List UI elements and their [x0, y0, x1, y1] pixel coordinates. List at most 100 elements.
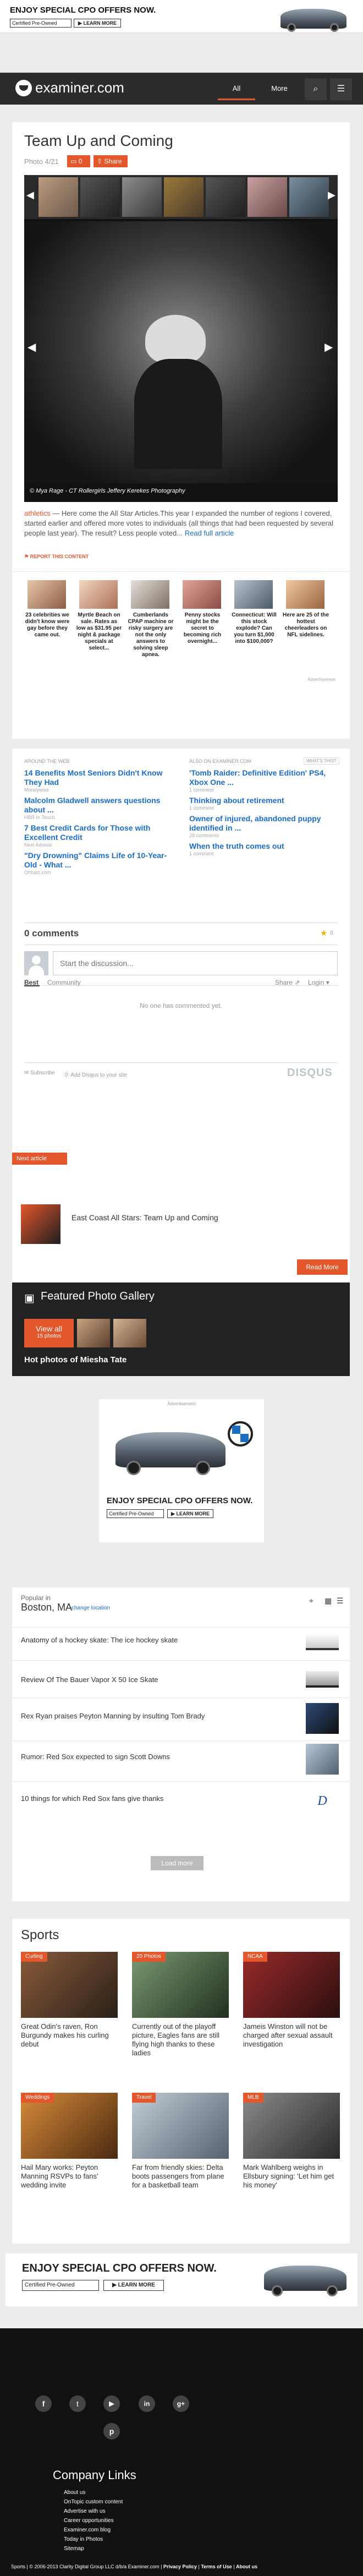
terms-of-use-link[interactable]: Terms of Use	[201, 2564, 232, 2569]
sports-thumb[interactable]: 20 Photos	[132, 1952, 229, 2018]
popular-item[interactable]: Review Of The Bauer Vapor X 50 Ice Skate	[21, 1676, 158, 1684]
popular-thumb[interactable]	[306, 1744, 339, 1775]
ad-creative[interactable]: ENJOY SPECIAL CPO OFFERS NOW. Certified …	[6, 1, 358, 32]
nav-all[interactable]: All	[218, 78, 255, 100]
web-link-title[interactable]: 14 Benefits Most Seniors Didn't Know The…	[24, 768, 173, 787]
next-article-thumb[interactable]	[21, 1204, 61, 1244]
promo-text[interactable]: Connecticut: Will this stock explode? Ca…	[231, 612, 277, 645]
web-link-title[interactable]: 7 Best Credit Cards for Those with Excel…	[24, 823, 173, 842]
promo-text[interactable]: Here are 25 of the hottest cheerleaders …	[283, 612, 329, 638]
promo-thumb[interactable]	[79, 580, 118, 609]
popular-item[interactable]: 10 things for which Red Sox fans give th…	[21, 1794, 163, 1803]
about-us-link[interactable]: About us	[236, 2564, 257, 2569]
share-button[interactable]: ⇪ Share	[94, 155, 128, 167]
star-icon[interactable]: ★	[320, 928, 327, 938]
whats-this-badge[interactable]: WHAT'S THIS?	[304, 757, 339, 765]
google-plus-icon[interactable]: g+	[173, 2395, 189, 2412]
mid-ad-learn-button[interactable]: ▶ LEARN MORE	[167, 1509, 213, 1518]
category-link[interactable]: athletics	[24, 509, 51, 517]
bottom-ad-learn-button[interactable]: ▶ LEARN MORE	[103, 2280, 164, 2291]
popular-item[interactable]: Rex Ryan praises Peyton Manning by insul…	[21, 1712, 205, 1720]
linkedin-icon[interactable]: in	[139, 2395, 155, 2412]
change-location-link[interactable]: change location	[72, 1605, 110, 1611]
sports-title[interactable]: Hail Mary works: Peyton Manning RSVPs to…	[21, 2163, 118, 2190]
sports-thumb[interactable]: Travel	[132, 2093, 229, 2159]
promo-thumb[interactable]	[234, 580, 273, 609]
gallery-thumbnail[interactable]	[248, 177, 287, 217]
gallery-thumbnail[interactable]	[164, 177, 204, 217]
top-ad-banner[interactable]: ENJOY SPECIAL CPO OFFERS NOW. Certified …	[0, 0, 363, 33]
pinterest-icon[interactable]: p	[103, 2423, 120, 2439]
mid-ad[interactable]: Advertisement ENJOY SPECIAL CPO OFFERS N…	[99, 1399, 264, 1542]
tab-best[interactable]: Best	[24, 979, 40, 986]
footer-link[interactable]: Examiner.com blog	[64, 2525, 123, 2535]
popular-thumb[interactable]	[306, 1634, 339, 1650]
login-dropdown[interactable]: Login ▾	[308, 979, 329, 986]
gallery-thumbnail[interactable]	[289, 177, 329, 217]
view-all-button[interactable]: View all 15 photos	[24, 1319, 74, 1347]
disqus-logo[interactable]: DISQUS	[287, 1067, 333, 1079]
web-link-title[interactable]: Malcolm Gladwell answers questions about…	[24, 796, 173, 815]
load-more-button[interactable]: Load more	[151, 1856, 204, 1870]
sports-thumb[interactable]: NCAA	[243, 1952, 340, 2018]
also-link-title[interactable]: Owner of injured, abandoned puppy identi…	[189, 814, 338, 833]
tab-community[interactable]: Community	[47, 979, 81, 986]
twitter-icon[interactable]: t	[69, 2395, 86, 2412]
next-article-title[interactable]: East Coast All Stars: Team Up and Coming	[72, 1213, 218, 1222]
share-comments-button[interactable]: Share ⇗	[275, 979, 300, 986]
gallery-thumb[interactable]	[77, 1319, 110, 1347]
web-link-title[interactable]: "Dry Drowning" Claims Life of 10-Year-Ol…	[24, 851, 173, 870]
sports-title[interactable]: Great Odin's raven, Ron Burgundy makes h…	[21, 2022, 118, 2049]
dodgers-logo-icon[interactable]: D	[306, 1787, 339, 1815]
promo-thumb[interactable]	[28, 580, 66, 609]
gallery-thumbnail[interactable]	[80, 177, 120, 217]
also-link-item[interactable]: Thinking about retirement 1 comment	[189, 796, 338, 811]
popular-thumb[interactable]	[306, 1671, 339, 1688]
photo-prev-arrow-icon[interactable]: ◀	[28, 340, 36, 354]
report-content-link[interactable]: ⚑ REPORT THIS CONTENT	[24, 554, 89, 560]
search-icon[interactable]: ⌕	[305, 78, 327, 100]
sports-title[interactable]: Far from friendly skies: Delta boots pas…	[132, 2163, 229, 2190]
gallery-thumbnail[interactable]	[38, 177, 78, 217]
also-link-title[interactable]: Thinking about retirement	[189, 796, 338, 805]
popular-thumb[interactable]	[306, 1703, 339, 1734]
list-view-icon[interactable]: ☰	[337, 1596, 344, 1606]
promo-thumb[interactable]	[286, 580, 324, 609]
comment-input[interactable]	[53, 951, 338, 975]
web-link-item[interactable]: Malcolm Gladwell answers questions about…	[24, 796, 173, 820]
menu-icon[interactable]: ☰	[330, 78, 352, 100]
facebook-icon[interactable]: f	[35, 2395, 52, 2412]
also-link-item[interactable]: When the truth comes out 1 comment	[189, 842, 338, 856]
promo-text[interactable]: Myrtle Beach on sale. Rates as low as $3…	[76, 612, 122, 652]
promo-text[interactable]: Cumberlands CPAP machine or risky surger…	[128, 612, 174, 658]
popular-item[interactable]: Rumor: Red Sox expected to sign Scott Do…	[21, 1753, 170, 1761]
subscribe-link[interactable]: ✉ Subscribe	[24, 1070, 55, 1076]
grid-view-icon[interactable]: ▦	[324, 1596, 332, 1606]
sports-thumb[interactable]: MLB	[243, 2093, 340, 2159]
web-link-item[interactable]: 7 Best Credit Cards for Those with Excel…	[24, 823, 173, 848]
gallery-thumb[interactable]	[113, 1319, 146, 1347]
read-more-button[interactable]: Read More	[297, 1259, 348, 1275]
sports-title[interactable]: Jameis Winston will not be charged after…	[243, 2022, 340, 2049]
also-link-item[interactable]: 'Tomb Raider: Definitive Edition' PS4, X…	[189, 768, 338, 793]
youtube-icon[interactable]: ▶	[103, 2395, 120, 2412]
web-link-item[interactable]: "Dry Drowning" Claims Life of 10-Year-Ol…	[24, 851, 173, 875]
also-link-title[interactable]: When the truth comes out	[189, 842, 338, 851]
promo-thumb[interactable]	[183, 580, 221, 609]
footer-link[interactable]: Sitemap	[64, 2544, 123, 2553]
nav-more[interactable]: More	[257, 78, 301, 100]
comment-count-badge[interactable]: ▭ 0	[67, 155, 90, 167]
footer-link[interactable]: About us	[64, 2488, 123, 2497]
footer-link[interactable]: Today in Photos	[64, 2535, 123, 2544]
photo-next-arrow-icon[interactable]: ▶	[324, 340, 333, 354]
gallery-caption[interactable]: Hot photos of Miesha Tate	[24, 1355, 127, 1365]
sports-title[interactable]: Currently out of the playoff picture, Ea…	[132, 2022, 229, 2057]
strip-right-arrow-icon[interactable]: ▶	[328, 189, 336, 201]
promo-thumb[interactable]	[131, 580, 169, 609]
sports-title[interactable]: Mark Wahlberg weighs in Ellsbury signing…	[243, 2163, 340, 2190]
read-full-article-link[interactable]: Read full article	[185, 529, 234, 537]
site-logo[interactable]: examiner.com	[35, 79, 124, 96]
ad-learn-more-button[interactable]: ▶ LEARN MORE	[74, 19, 121, 28]
promo-text[interactable]: Penny stocks might be the secret to beco…	[179, 612, 226, 645]
privacy-policy-link[interactable]: Privacy Policy	[163, 2564, 197, 2569]
